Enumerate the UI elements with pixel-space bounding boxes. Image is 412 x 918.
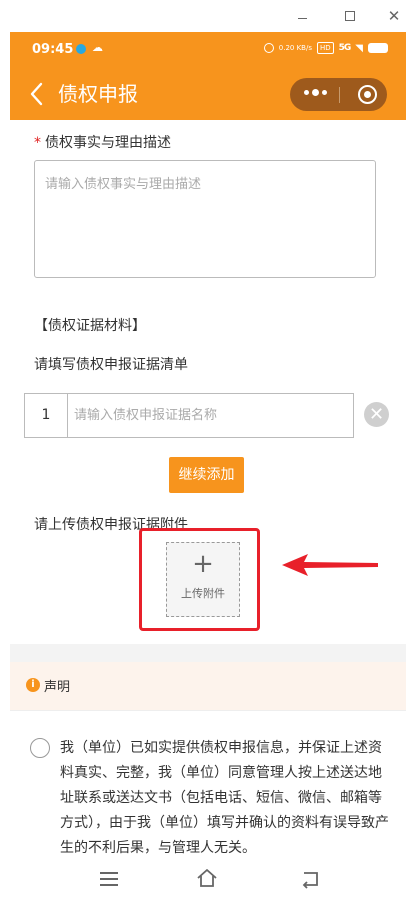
- notice-title: 声明: [44, 680, 71, 695]
- red-arrow-icon: [282, 554, 378, 576]
- continue-add-button[interactable]: 继续添加: [169, 457, 244, 493]
- agree-radio[interactable]: [30, 738, 50, 758]
- close-icon[interactable]: ✕: [384, 6, 404, 26]
- network-speed: 0.20 KB/s: [278, 43, 312, 52]
- plus-icon: +: [192, 549, 214, 579]
- minimize-icon[interactable]: [292, 6, 312, 26]
- capsule-divider: [338, 87, 340, 103]
- status-icons: 0.20 KB/s HD 5G ◥: [263, 42, 388, 54]
- facts-textarea[interactable]: 请输入债权事实与理由描述: [34, 160, 376, 278]
- evidence-list-label: 请填写债权申报证据清单: [34, 357, 188, 373]
- status-bar: 09:45 ☁ 0.20 KB/s HD 5G ◥: [10, 32, 406, 68]
- window-title-bar: ✕: [0, 0, 412, 32]
- home-icon[interactable]: [195, 866, 219, 890]
- phone-screen: 09:45 ☁ 0.20 KB/s HD 5G ◥ 债权申报 * 债权事实与理由描…: [10, 32, 406, 918]
- signal-icon: 5G: [338, 43, 352, 53]
- nav-bar: 债权申报: [10, 68, 406, 120]
- required-mark: *: [34, 135, 41, 151]
- facts-placeholder: 请输入债权事实与理由描述: [45, 177, 202, 192]
- delete-row-icon[interactable]: ✕: [364, 402, 389, 427]
- mini-program-capsule: [290, 78, 387, 111]
- info-icon: i: [26, 678, 40, 692]
- battery-icon: [368, 43, 388, 53]
- app-notification-dot-icon: [76, 44, 86, 54]
- upload-attachment-text: 上传附件: [181, 587, 225, 600]
- notice-header: i 声明: [10, 662, 406, 711]
- facts-label: 债权事实与理由描述: [45, 135, 171, 151]
- more-dots-icon[interactable]: [304, 89, 327, 96]
- statement-text: 我（单位）已如实提供债权申报信息，并保证上述资料真实、完整，我（单位）同意管理人…: [60, 740, 389, 856]
- evidence-section-title: 【债权证据材料】: [34, 318, 146, 334]
- page-title: 债权申报: [58, 82, 138, 106]
- hd-badge: HD: [316, 42, 334, 54]
- evidence-name-input[interactable]: 请输入债权申报证据名称: [68, 394, 353, 437]
- back-icon[interactable]: [300, 868, 322, 890]
- system-nav-bar: [10, 858, 406, 918]
- maximize-icon[interactable]: [340, 6, 360, 26]
- status-time: 09:45: [32, 42, 74, 57]
- chevron-left-icon[interactable]: [26, 80, 48, 108]
- upload-attachment-button[interactable]: + 上传附件: [166, 542, 240, 617]
- target-icon[interactable]: [358, 85, 377, 104]
- menu-icon[interactable]: [100, 872, 118, 890]
- cloud-icon: ☁: [92, 41, 103, 54]
- wifi-icon: ◥: [355, 42, 363, 54]
- evidence-row: 1 请输入债权申报证据名称: [24, 393, 354, 438]
- alarm-icon: [263, 43, 274, 53]
- section-divider: [10, 644, 406, 662]
- evidence-row-index: 1: [25, 394, 68, 437]
- facts-label-row: * 债权事实与理由描述: [34, 132, 171, 152]
